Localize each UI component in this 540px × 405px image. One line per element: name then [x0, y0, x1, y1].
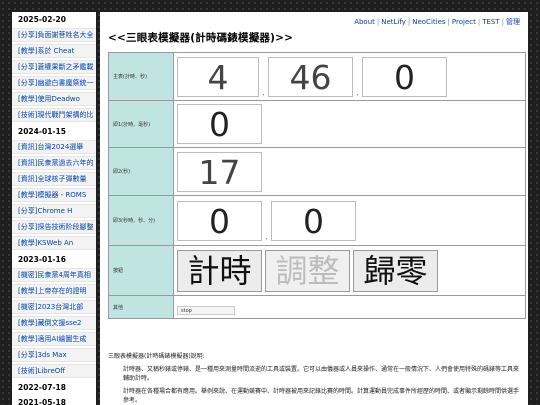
adjust-button[interactable]: 調整	[265, 249, 350, 292]
sidebar-article-link[interactable]: [技術]LibreOff	[12, 364, 96, 378]
separator-comma: ,	[356, 89, 359, 97]
sub-dial-3-values: 0,0	[173, 195, 526, 246]
nav-link-neocities[interactable]: NeoCities	[412, 18, 445, 26]
buttons-row: 按鈕 計時 調整 歸零	[108, 245, 526, 296]
nav-link-about[interactable]: About	[354, 18, 375, 26]
separator-comma: ,	[262, 89, 265, 97]
buttons-cell: 計時 調整 歸零	[173, 245, 526, 296]
sidebar-article-link[interactable]: [分享]探告技術阶段腳整	[12, 220, 96, 234]
nav-link-test[interactable]: TEST	[482, 18, 499, 26]
main-hours-display: 4	[177, 56, 259, 97]
sidebar-date-heading: 2025-02-20	[18, 15, 66, 24]
main-seconds-display: 0	[362, 56, 447, 97]
main-minutes-display: 46	[268, 56, 353, 97]
nav-link-project[interactable]: Project	[452, 18, 476, 26]
sidebar-date-heading: 2023-01-16	[18, 255, 66, 264]
nav-link-netlify[interactable]: NetLify	[381, 18, 406, 26]
sidebar-article-link[interactable]: [教學]KSWeb An	[12, 236, 96, 250]
stopwatch-table: 主表(計時、秒) 4, 46, 0 即1(計時、毫秒) 0 即2(秒) 17 即3(…	[108, 52, 526, 319]
start-timer-button[interactable]: 計時	[177, 249, 262, 292]
sidebar-article-link[interactable]: [教學]藏倒文援sse2	[12, 316, 96, 330]
description-heading: 三眼表模擬器(計時碼錶模擬器)說明:	[108, 353, 205, 360]
sidebar-article-link[interactable]: [分享]蒼權果斷之矛鑑載	[12, 60, 96, 74]
sub-dial-3-row: 即3(秒時、秒、分) 0,0	[108, 195, 526, 246]
sub-dial-3-label: 即3(秒時、秒、分)	[108, 195, 174, 246]
reset-button[interactable]: 歸零	[353, 249, 438, 292]
sidebar-article-link[interactable]: [技術]現代戰鬥架構的比	[12, 108, 96, 122]
sub-dial-2-row: 即2(秒) 17	[108, 147, 526, 196]
top-navigation: About | NetLify | NeoCities | Project | TEST | 管理	[354, 18, 520, 26]
sidebar-article-link[interactable]: [教學]適用AI繪圖生成	[12, 332, 96, 346]
sidebar-date-heading: 2022-07-18	[18, 383, 66, 392]
page-title: <<三眼表模擬器(計時碼錶模擬器)>>	[108, 32, 294, 44]
sub-dial-1-row: 即1(計時、毫秒) 0	[108, 100, 526, 148]
description: 三眼表模擬器(計時碼錶模擬器)說明: 計時器、又稱秒錶或停錶、是一種用來測量時間…	[108, 352, 522, 405]
sidebar-article-link[interactable]: [資訊]全球核子彈數量	[12, 172, 96, 186]
sidebar-article-link[interactable]: [分享]Chrome H	[12, 204, 96, 218]
buttons-label: 按鈕	[108, 245, 174, 296]
description-paragraph-2: 計時器在各種場合都有應用。舉例來說、在運動競賽中、計時器被用來記錄比賽的時間。計…	[123, 388, 520, 404]
sidebar-article-link[interactable]: [機密]民衆黨4周年真相	[12, 268, 96, 282]
description-paragraph-1: 計時器、又稱秒錶或停錶、是一種用來測量時間流逝的工具或裝置。它可以由儀器或人員來…	[123, 366, 520, 382]
sidebar-article-link[interactable]: [教學]使用Deadwo	[12, 92, 96, 106]
main-dial-row: 主表(計時、秒) 4, 46, 0	[108, 52, 526, 101]
sub-dial-2-label: 即2(秒)	[108, 147, 174, 196]
sub-dial-2-values: 17	[173, 147, 526, 196]
sub-dial-3-display-a: 0	[177, 200, 262, 241]
sidebar-article-link[interactable]: [教學]模擬器 - ROMS	[12, 188, 96, 202]
sidebar-article-link[interactable]: [資訊]民衆黨過去六年的	[12, 156, 96, 170]
sidebar: 2025-02-20 [分享]負面謝菩姓名大全 [教學]系於 Cheat [分享]蒼權…	[12, 12, 96, 405]
sidebar-article-link[interactable]: [教學]上帝存在的證明	[12, 284, 96, 298]
main-dial-label: 主表(計時、秒)	[108, 52, 174, 101]
main-dial-values: 4, 46, 0	[173, 52, 526, 101]
other-cell: stop	[173, 295, 526, 319]
other-label: 其他	[108, 295, 174, 319]
sidebar-article-link[interactable]: [機密]2023台灣北部	[12, 300, 96, 314]
sidebar-article-link[interactable]: [資訊]台灣2024選舉	[12, 140, 96, 154]
sub-dial-1-display: 0	[177, 104, 262, 144]
sidebar-date-heading: 2021-05-18	[18, 398, 66, 405]
sub-dial-3-display-b: 0	[271, 200, 356, 241]
sub-dial-2-display: 17	[177, 151, 262, 192]
sub-dial-1-label: 即1(計時、毫秒)	[108, 100, 174, 148]
sidebar-article-link[interactable]: [分享]負面謝菩姓名大全	[12, 28, 96, 42]
main-content: About | NetLify | NeoCities | Project | TEST | 管理 …	[100, 12, 528, 405]
sidebar-article-link[interactable]: [分享]幽避白書魔祭統一	[12, 76, 96, 90]
sub-dial-1-values: 0	[173, 100, 526, 148]
other-row: 其他 stop	[108, 295, 526, 319]
sidebar-article-link[interactable]: [教學]系於 Cheat	[12, 44, 96, 58]
sidebar-date-heading: 2024-01-15	[18, 127, 66, 136]
status-field[interactable]: stop	[177, 306, 235, 315]
separator-comma: ,	[265, 233, 268, 241]
sidebar-article-link[interactable]: [分享]3ds Max	[12, 348, 96, 362]
nav-link-admin[interactable]: 管理	[506, 18, 520, 26]
